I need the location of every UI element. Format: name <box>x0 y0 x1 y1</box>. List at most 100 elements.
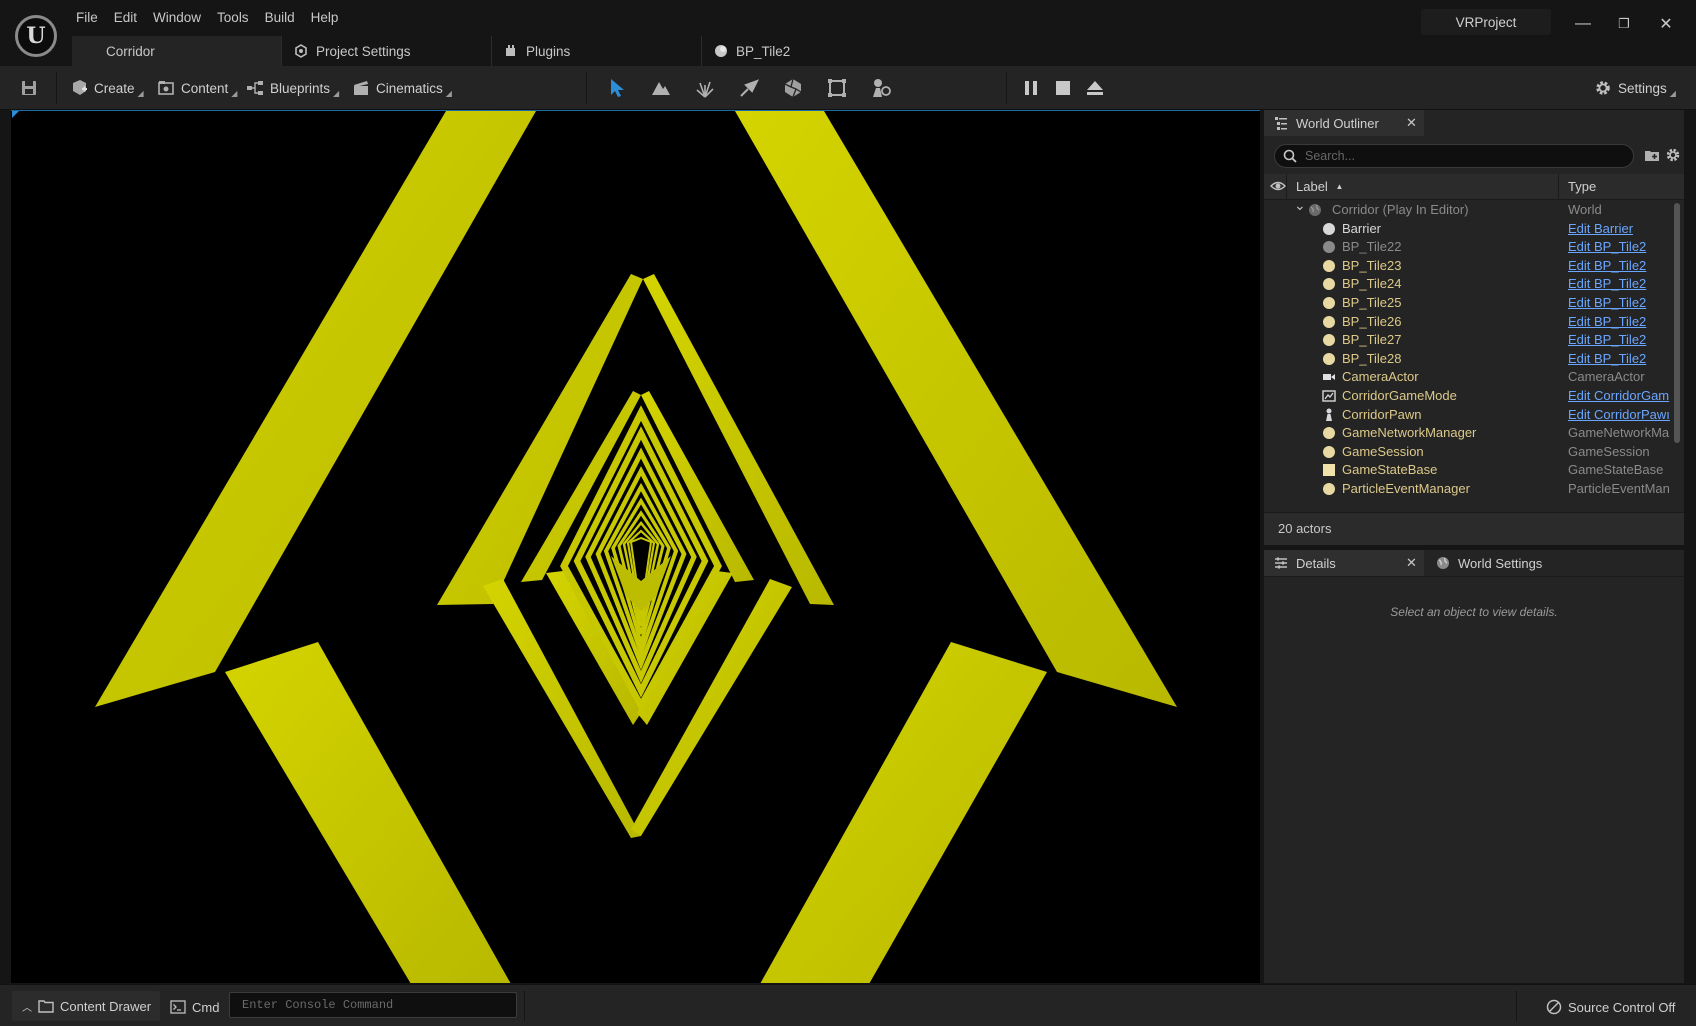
tunnel-wall-upper-left <box>95 111 536 707</box>
menu-help[interactable]: Help <box>303 8 347 30</box>
actor-label: GameNetworkManager <box>1342 425 1477 441</box>
edit-blueprint-link[interactable]: Edit CorridorPawı <box>1568 407 1672 422</box>
foliage-mode-icon[interactable] <box>693 76 717 100</box>
close-outliner-button[interactable]: ✕ <box>1406 115 1417 131</box>
close-window-button[interactable]: ✕ <box>1652 10 1680 38</box>
unreal-logo-icon[interactable]: U <box>15 15 57 57</box>
world-outliner-tab[interactable]: World Outliner <box>1264 110 1424 136</box>
world-settings-tab[interactable]: World Settings <box>1426 550 1586 576</box>
tab-bp-tile2[interactable]: BP_Tile2 <box>702 36 822 66</box>
expand-arrow-icon[interactable]: ⌄ <box>1294 200 1306 214</box>
level-viewport[interactable] <box>11 110 1260 983</box>
edit-blueprint-link[interactable]: Edit BP_Tile2 <box>1568 332 1672 347</box>
outliner-row[interactable]: ParticleEventManager ParticleEventMan <box>1264 479 1674 499</box>
tab-project-settings[interactable]: Project Settings <box>282 36 492 66</box>
outliner-row[interactable]: CameraActor CameraActor <box>1264 367 1674 387</box>
add-folder-icon[interactable] <box>1644 147 1660 166</box>
outliner-row[interactable]: BP_Tile27 Edit BP_Tile2 <box>1264 330 1674 350</box>
landscape-mode-icon[interactable] <box>649 76 673 100</box>
settings-button[interactable]: Settings ◢ <box>1594 74 1676 102</box>
actor-type: GameStateBase <box>1568 462 1664 478</box>
outliner-row[interactable]: CorridorPawn Edit CorridorPawı <box>1264 405 1674 425</box>
tab-plugins[interactable]: Plugins <box>492 36 702 66</box>
actor-icon <box>1322 277 1336 291</box>
actor-type: GameSession <box>1568 443 1650 459</box>
mesh-paint-mode-icon[interactable] <box>737 76 761 100</box>
outliner-row[interactable]: GameStateBase GameStateBase <box>1264 460 1674 480</box>
actor-label: Corridor (Play In Editor) <box>1332 202 1469 217</box>
close-details-button[interactable]: ✕ <box>1406 555 1417 571</box>
search-icon <box>1283 149 1297 163</box>
visibility-eye-icon[interactable] <box>1270 179 1286 196</box>
outliner-row[interactable]: CorridorGameMode Edit CorridorGam <box>1264 386 1674 406</box>
content-button[interactable]: Content ◢ <box>157 74 237 102</box>
cinematics-button[interactable]: Cinematics ◢ <box>352 74 452 102</box>
outliner-row[interactable]: GameNetworkManager GameNetworkMa <box>1264 423 1674 443</box>
cmd-label: Cmd <box>192 999 220 1015</box>
edit-blueprint-link[interactable]: Edit BP_Tile2 <box>1568 276 1672 291</box>
actor-label: BP_Tile24 <box>1342 276 1402 292</box>
outliner-row[interactable]: Barrier Edit Barrier <box>1264 219 1674 239</box>
brush-edit-mode-icon[interactable] <box>825 76 849 100</box>
outliner-search-input[interactable] <box>1305 149 1605 163</box>
details-panel: Details ✕ World Settings Select an objec… <box>1264 550 1684 983</box>
column-label-header[interactable]: Label ▲ <box>1296 179 1343 194</box>
outliner-world-row[interactable]: ⌄ Corridor (Play In Editor) World <box>1264 200 1674 220</box>
outliner-row[interactable]: GameSession GameSession <box>1264 442 1674 462</box>
menu-bar: File Edit Window Tools Build Help <box>68 8 346 30</box>
edit-blueprint-link[interactable]: Edit BP_Tile2 <box>1568 351 1672 366</box>
edit-blueprint-link[interactable]: Edit Barrier <box>1568 221 1672 236</box>
minimize-button[interactable]: — <box>1569 10 1597 38</box>
pause-icon[interactable] <box>1019 76 1043 100</box>
console-command-input[interactable] <box>242 998 502 1012</box>
save-icon <box>20 79 38 97</box>
outliner-row[interactable]: BP_Tile23 Edit BP_Tile2 <box>1264 256 1674 276</box>
actor-icon <box>1322 333 1336 347</box>
menu-file[interactable]: File <box>68 8 106 30</box>
menu-edit[interactable]: Edit <box>106 8 145 30</box>
viewport-options-marker[interactable] <box>12 111 19 118</box>
edit-blueprint-link[interactable]: Edit CorridorGam <box>1568 388 1672 403</box>
blueprints-button[interactable]: Blueprints ◢ <box>246 74 339 102</box>
menu-window[interactable]: Window <box>145 8 209 30</box>
edit-blueprint-link[interactable]: Edit BP_Tile2 <box>1568 239 1672 254</box>
edit-blueprint-link[interactable]: Edit BP_Tile2 <box>1568 295 1672 310</box>
create-button[interactable]: Create ◢ <box>70 74 144 102</box>
details-icon <box>1274 556 1288 570</box>
fracture-mode-icon[interactable] <box>781 76 805 100</box>
edit-blueprint-link[interactable]: Edit BP_Tile2 <box>1568 258 1672 273</box>
menu-build[interactable]: Build <box>257 8 303 30</box>
edit-blueprint-link[interactable]: Edit BP_Tile2 <box>1568 314 1672 329</box>
outliner-search[interactable] <box>1274 144 1634 168</box>
outliner-row[interactable]: BP_Tile25 Edit BP_Tile2 <box>1264 293 1674 313</box>
details-empty-message: Select an object to view details. <box>1390 605 1558 619</box>
animation-mode-icon[interactable] <box>869 76 893 100</box>
eject-icon[interactable] <box>1083 76 1107 100</box>
outliner-row[interactable]: BP_Tile26 Edit BP_Tile2 <box>1264 312 1674 332</box>
gear-icon[interactable] <box>1665 147 1681 166</box>
stop-icon[interactable] <box>1051 76 1075 100</box>
tab-corridor[interactable]: Corridor <box>72 36 282 66</box>
details-tab[interactable]: Details <box>1264 550 1424 576</box>
outliner-row[interactable]: BP_Tile22 Edit BP_Tile2 <box>1264 237 1674 257</box>
restore-button[interactable]: ❐ <box>1610 10 1638 38</box>
tab-label: Plugins <box>526 43 571 59</box>
menu-tools[interactable]: Tools <box>209 8 257 30</box>
folder-icon <box>38 999 54 1013</box>
project-name-badge: VRProject <box>1421 9 1551 35</box>
outliner-row[interactable]: BP_Tile28 Edit BP_Tile2 <box>1264 349 1674 369</box>
content-drawer-label: Content Drawer <box>60 998 152 1014</box>
console-command-field[interactable] <box>229 992 517 1018</box>
actor-label: Barrier <box>1342 220 1382 236</box>
source-control-button[interactable]: Source Control Off <box>1546 996 1675 1018</box>
column-type-header[interactable]: Type <box>1568 179 1596 194</box>
save-button[interactable] <box>20 74 44 102</box>
outliner-row[interactable]: BP_Tile24 Edit BP_Tile2 <box>1264 274 1674 294</box>
create-label: Create <box>94 80 135 96</box>
content-drawer-button[interactable]: ︿ Content Drawer <box>12 991 160 1021</box>
outliner-scrollbar[interactable] <box>1674 203 1680 443</box>
select-mode-icon[interactable] <box>605 76 629 100</box>
actor-icon <box>1322 240 1336 254</box>
source-control-off-icon <box>1546 999 1562 1015</box>
cmd-button[interactable]: Cmd <box>170 996 219 1018</box>
